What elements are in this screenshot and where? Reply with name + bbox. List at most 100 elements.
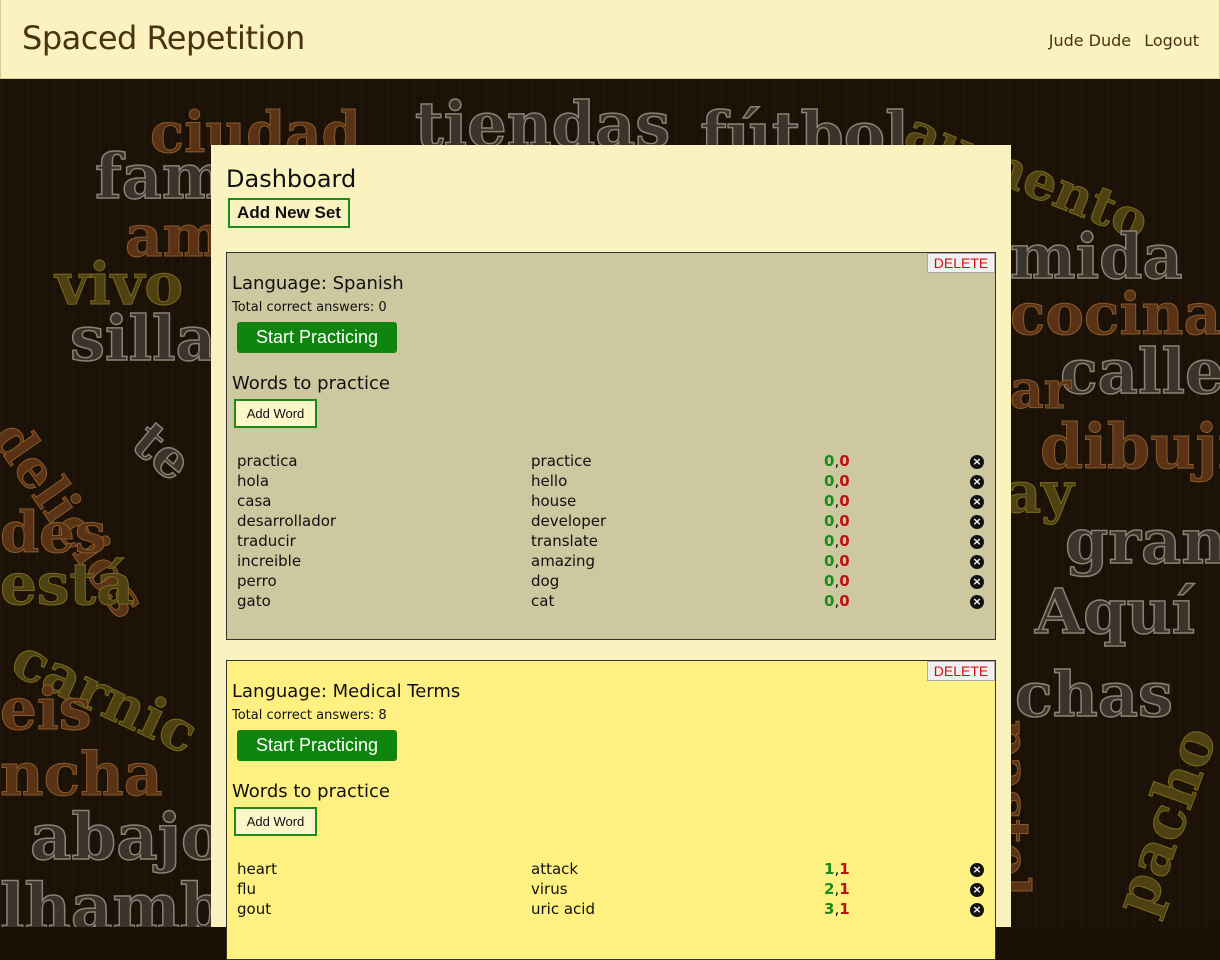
add-word-button[interactable]: Add Word xyxy=(234,807,317,836)
remove-word-icon[interactable]: × xyxy=(970,455,984,469)
total-correct-label: Total correct answers: 0 xyxy=(232,300,387,315)
word-row: heart attack 1,1 × xyxy=(237,860,989,880)
word-row: increible amazing 0,0 × xyxy=(237,552,989,572)
translation-word: hello xyxy=(531,472,568,490)
remove-word-icon[interactable]: × xyxy=(970,883,984,897)
words-to-practice-heading: Words to practice xyxy=(232,373,390,394)
source-word: increible xyxy=(237,552,302,570)
delete-set-button[interactable]: DELETE xyxy=(927,253,995,273)
score-counter: 2,1 xyxy=(824,880,850,898)
correct-count: 0 xyxy=(824,572,835,590)
score-counter: 0,0 xyxy=(824,472,850,490)
source-word: traducir xyxy=(237,532,296,550)
start-practicing-button[interactable]: Start Practicing xyxy=(237,730,397,761)
bg-word: calle xyxy=(1059,334,1220,409)
source-word: heart xyxy=(237,860,277,878)
word-row: hola hello 0,0 × xyxy=(237,472,989,492)
total-correct-label: Total correct answers: 8 xyxy=(232,708,387,723)
translation-word: attack xyxy=(531,860,579,878)
source-word: perro xyxy=(237,572,277,590)
score-counter: 1,1 xyxy=(824,860,850,878)
word-set-card: DELETE Language: Spanish Total correct a… xyxy=(226,252,996,640)
wrong-count: 0 xyxy=(839,452,850,470)
source-word: gout xyxy=(237,900,272,918)
score-counter: 0,0 xyxy=(824,572,850,590)
set-language-label: Language: Spanish xyxy=(232,273,404,294)
word-list: heart attack 1,1 × flu virus 2,1 × gout uric acid… xyxy=(237,860,989,920)
score-counter: 0,0 xyxy=(824,512,850,530)
word-row: desarrollador developer 0,0 × xyxy=(237,512,989,532)
words-to-practice-heading: Words to practice xyxy=(232,781,390,802)
wrong-count: 0 xyxy=(839,512,850,530)
correct-count: 3 xyxy=(824,900,835,918)
bg-word: ar xyxy=(1009,360,1072,422)
bg-word: gran xyxy=(1064,504,1220,579)
score-counter: 0,0 xyxy=(824,452,850,470)
wrong-count: 1 xyxy=(839,900,850,918)
bg-word: Aquí xyxy=(1034,574,1196,649)
remove-word-icon[interactable]: × xyxy=(970,863,984,877)
correct-count: 0 xyxy=(824,472,835,490)
wrong-count: 0 xyxy=(839,492,850,510)
correct-count: 0 xyxy=(824,512,835,530)
remove-word-icon[interactable]: × xyxy=(970,495,984,509)
add-new-set-button[interactable]: Add New Set xyxy=(228,198,350,228)
translation-word: dog xyxy=(531,572,560,590)
start-practicing-button[interactable]: Start Practicing xyxy=(237,322,397,353)
translation-word: practice xyxy=(531,452,592,470)
dashboard-panel: Dashboard Add New Set DELETE Language: S… xyxy=(211,145,1011,960)
source-word: desarrollador xyxy=(237,512,337,530)
correct-count: 1 xyxy=(824,860,835,878)
source-word: hola xyxy=(237,472,270,490)
word-row: casa house 0,0 × xyxy=(237,492,989,512)
logout-link[interactable]: Logout xyxy=(1144,31,1199,50)
bg-word: des xyxy=(0,500,107,567)
remove-word-icon[interactable]: × xyxy=(970,535,984,549)
correct-count: 0 xyxy=(824,552,835,570)
translation-word: uric acid xyxy=(531,900,595,918)
word-row: traducir translate 0,0 × xyxy=(237,532,989,552)
delete-set-button[interactable]: DELETE xyxy=(927,661,995,681)
translation-word: cat xyxy=(531,592,555,610)
remove-word-icon[interactable]: × xyxy=(970,475,984,489)
top-header-bar: Spaced Repetition Jude Dude Logout xyxy=(0,0,1220,79)
remove-word-icon[interactable]: × xyxy=(970,575,984,589)
word-row: gato cat 0,0 × xyxy=(237,592,989,612)
word-row: gout uric acid 3,1 × xyxy=(237,900,989,920)
word-row: practica practice 0,0 × xyxy=(237,452,989,472)
bg-word: eis xyxy=(0,675,92,744)
add-word-button[interactable]: Add Word xyxy=(234,399,317,428)
score-counter: 3,1 xyxy=(824,900,850,918)
wrong-count: 0 xyxy=(839,572,850,590)
bg-word: lhamb xyxy=(0,869,226,927)
score-counter: 0,0 xyxy=(824,552,850,570)
bg-word: pacho xyxy=(1099,717,1220,924)
bg-word: abajo xyxy=(29,799,224,876)
score-counter: 0,0 xyxy=(824,532,850,550)
remove-word-icon[interactable]: × xyxy=(970,595,984,609)
wrong-count: 0 xyxy=(839,532,850,550)
word-row: perro dog 0,0 × xyxy=(237,572,989,592)
source-word: casa xyxy=(237,492,272,510)
app-title[interactable]: Spaced Repetition xyxy=(22,19,305,57)
source-word: flu xyxy=(237,880,256,898)
translation-word: developer xyxy=(531,512,607,530)
translation-word: house xyxy=(531,492,577,510)
correct-count: 0 xyxy=(824,592,835,610)
source-word: practica xyxy=(237,452,298,470)
wrong-count: 1 xyxy=(839,880,850,898)
remove-word-icon[interactable]: × xyxy=(970,555,984,569)
set-language-label: Language: Medical Terms xyxy=(232,681,461,702)
word-set-card: DELETE Language: Medical Terms Total cor… xyxy=(226,660,996,960)
user-nav: Jude Dude Logout xyxy=(1041,31,1199,50)
remove-word-icon[interactable]: × xyxy=(970,515,984,529)
wrong-count: 1 xyxy=(839,860,850,878)
wrong-count: 0 xyxy=(839,592,850,610)
user-name-link[interactable]: Jude Dude xyxy=(1049,31,1131,50)
remove-word-icon[interactable]: × xyxy=(970,903,984,917)
wrong-count: 0 xyxy=(839,472,850,490)
bg-word: te xyxy=(120,409,204,494)
source-word: gato xyxy=(237,592,271,610)
correct-count: 0 xyxy=(824,452,835,470)
score-counter: 0,0 xyxy=(824,592,850,610)
